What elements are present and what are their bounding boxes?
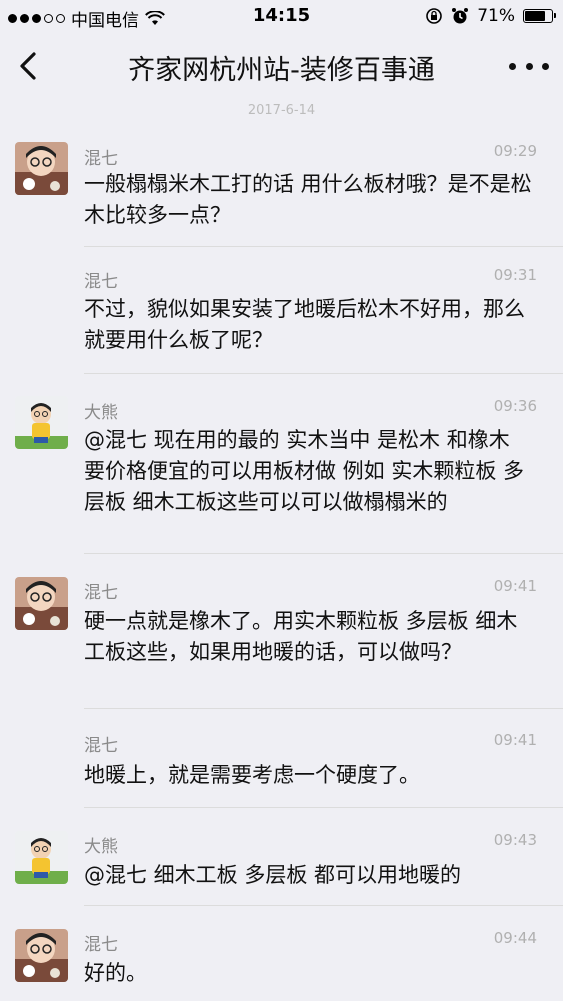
date-divider: 2017-6-14 <box>247 103 316 118</box>
sender-name: 混七 <box>84 272 118 292</box>
sender-name: 混七 <box>84 583 118 603</box>
message-text: 一般榻榻米木工打的话 用什么板材哦？是不是松木比较多一点？ <box>84 172 532 227</box>
message-text: 不过，貌似如果安装了地暖后松木不好用，那么就要用什么板了呢？ <box>84 297 525 352</box>
message-list: 混七 09:29 一般榻榻米木工打的话 用什么板材哦？是不是松木比较多一点？ 混… <box>0 130 563 1001</box>
message-text: 地暖上，就是需要考虑一个硬度了。 <box>84 763 420 787</box>
page-title: 齐家网杭州站-装修百事通 <box>128 55 435 86</box>
message-time: 09:31 <box>493 266 537 284</box>
message-time: 09:43 <box>493 831 537 849</box>
avatar-hunqi-icon[interactable] <box>15 577 68 630</box>
sender-name: 混七 <box>84 736 118 756</box>
message-item[interactable]: 混七 09:31 不过，貌似如果安装了地暖后松木不好用，那么就要用什么板了呢？ <box>0 247 563 374</box>
avatar-daxiong-icon[interactable] <box>15 831 68 884</box>
sender-name: 混七 <box>84 149 118 169</box>
battery-percent: 71% <box>477 6 515 26</box>
sender-name: 大熊 <box>84 837 118 857</box>
message-time: 09:36 <box>493 397 537 415</box>
navigation-bar: 齐家网杭州站-装修百事通 <box>0 34 563 98</box>
avatar-hunqi-icon[interactable] <box>15 929 68 982</box>
message-time: 09:44 <box>493 929 537 947</box>
battery-icon <box>523 9 556 23</box>
message-time: 09:41 <box>493 577 537 595</box>
message-text: @混七 细木工板 多层板 都可以用地暖的 <box>84 863 462 887</box>
alarm-icon <box>452 8 469 24</box>
status-right: 71% <box>425 6 556 26</box>
sender-name: 混七 <box>84 935 118 955</box>
sender-name: 大熊 <box>84 403 118 423</box>
avatar-hunqi-icon[interactable] <box>15 142 68 195</box>
rotation-lock-icon <box>426 8 443 24</box>
more-options-icon[interactable] <box>509 46 549 86</box>
message-text: 硬一点就是橡木了。用实木颗粒板 多层板 细木工板这些，如果用地暖的话，可以做吗？ <box>84 609 518 664</box>
message-item[interactable]: 混七 09:29 一般榻榻米木工打的话 用什么板材哦？是不是松木比较多一点？ <box>0 130 563 247</box>
message-item[interactable]: 混七 09:41 硬一点就是橡木了。用实木颗粒板 多层板 细木工板这些，如果用地… <box>0 554 563 709</box>
message-item[interactable]: 大熊 09:43 @混七 细木工板 多层板 都可以用地暖的 <box>0 808 563 906</box>
message-time: 09:29 <box>493 142 537 160</box>
message-item[interactable]: 大熊 09:36 @混七 现在用的最的 实木当中 是松木 和橡木 要价格便宜的可… <box>0 374 563 554</box>
message-text: @混七 现在用的最的 实木当中 是松木 和橡木 要价格便宜的可以用板材做 例如 … <box>84 428 531 514</box>
message-item[interactable]: 混七 09:44 好的。 <box>0 906 563 1001</box>
avatar-daxiong-icon[interactable] <box>15 396 68 449</box>
message-item[interactable]: 混七 09:41 地暖上，就是需要考虑一个硬度了。 <box>0 709 563 808</box>
status-bar: 中国电信 14:15 71% <box>0 0 563 34</box>
message-text: 好的。 <box>84 961 147 985</box>
message-time: 09:41 <box>493 731 537 749</box>
